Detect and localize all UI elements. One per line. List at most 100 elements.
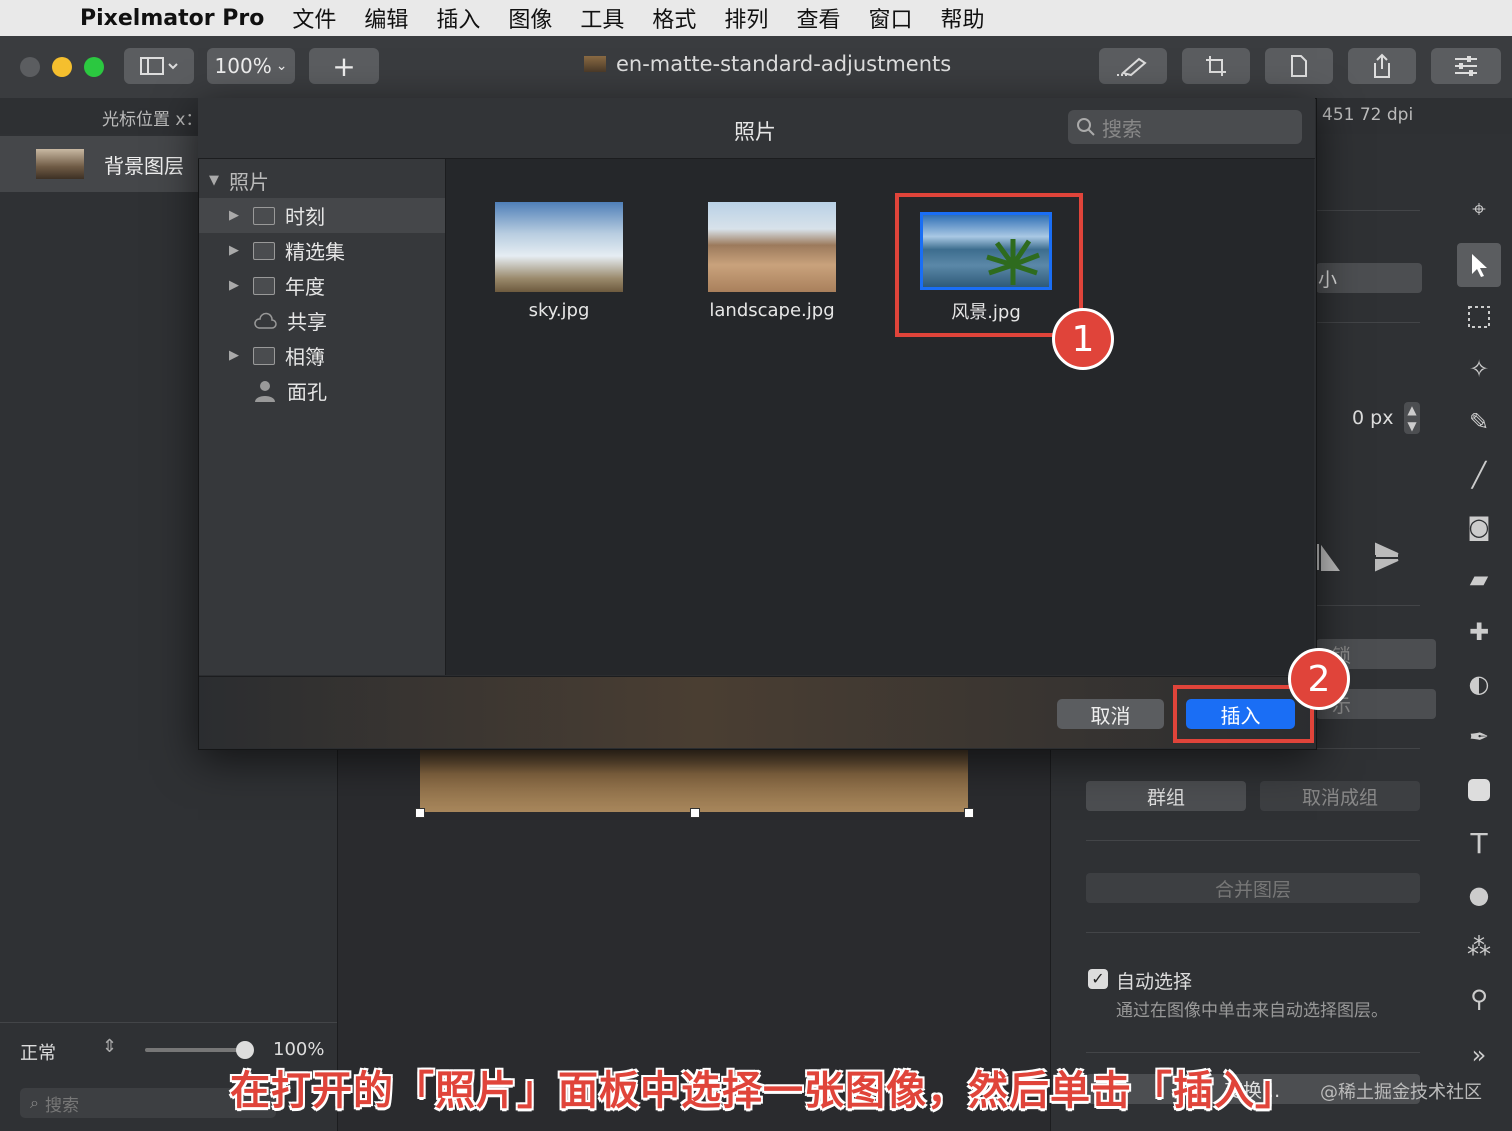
more-tools-icon[interactable]: » [1462, 1038, 1496, 1072]
text-tool-icon[interactable]: T [1462, 826, 1496, 860]
layers-search-placeholder: 搜索 [44, 1095, 79, 1116]
eraser-icon[interactable]: ▰ [1462, 562, 1496, 596]
layer-thumbnail [36, 149, 84, 179]
divider [1086, 932, 1420, 933]
share-button[interactable] [1348, 48, 1416, 84]
layer-row[interactable]: 背景图层 [0, 136, 198, 192]
style-tool-icon[interactable]: ⌖ [1462, 192, 1496, 226]
stepper[interactable]: ▲ ▼ [1404, 402, 1420, 434]
search-icon: ⌕ [30, 1093, 39, 1112]
canvas-image[interactable] [420, 748, 968, 812]
disclosure-closed-icon[interactable]: ▶ [225, 208, 243, 223]
cancel-button[interactable]: 取消 [1057, 699, 1164, 729]
close-window-button[interactable] [20, 57, 40, 77]
paint-style-button[interactable] [1099, 48, 1167, 84]
dialog-search-input[interactable]: 搜索 [1068, 110, 1302, 144]
step-marker-1: 1 [1052, 308, 1114, 370]
opacity-slider-knob[interactable] [236, 1041, 254, 1059]
share-icon [1374, 53, 1390, 78]
color-adjust-icon[interactable]: ✎ [1462, 405, 1496, 439]
blend-mode-select[interactable]: 正常 [20, 1039, 56, 1065]
resize-handle[interactable] [964, 808, 974, 818]
add-button[interactable]: + [309, 48, 379, 84]
photo-name: landscape.jpg [709, 300, 835, 321]
auto-select-checkbox[interactable]: ✓ [1088, 969, 1108, 989]
zoom-tool-icon[interactable]: ⚲ [1462, 982, 1496, 1016]
disclosure-closed-icon[interactable]: ▶ [225, 243, 243, 258]
repair-icon[interactable]: ✚ [1462, 615, 1496, 649]
menu-format[interactable]: 格式 [652, 2, 696, 34]
crop-icon [1206, 56, 1226, 76]
disclosure-open-icon[interactable]: ▼ [205, 173, 223, 188]
menu-arrange[interactable]: 排列 [724, 2, 768, 34]
sidebar-item-label: 时刻 [285, 205, 325, 229]
menu-file[interactable]: 文件 [292, 2, 336, 34]
sidebar-root-label: 照片 [229, 170, 269, 194]
sidebar-item-years[interactable]: ▶ 年度 [199, 268, 445, 303]
document-thumbnail [584, 56, 606, 72]
disclosure-closed-icon[interactable]: ▶ [225, 348, 243, 363]
group-button[interactable]: 群组 [1086, 781, 1246, 811]
paint-brush-icon[interactable]: ╱ [1462, 458, 1496, 492]
pen-icon[interactable]: ✒ [1462, 720, 1496, 754]
sidebar-item-label: 共享 [287, 310, 327, 334]
resize-handle[interactable] [415, 808, 425, 818]
menu-edit[interactable]: 编辑 [364, 2, 408, 34]
menu-image[interactable]: 图像 [508, 2, 552, 34]
divider [1086, 1052, 1420, 1053]
sidebar-icon [140, 57, 178, 75]
minimize-window-button[interactable] [52, 57, 72, 77]
ungroup-button[interactable]: 取消成组 [1260, 781, 1420, 811]
arrange-tool-icon[interactable] [1457, 243, 1501, 287]
sidebar-item-moments[interactable]: ▶ 时刻 [199, 198, 445, 233]
crop-button[interactable] [1182, 48, 1250, 84]
sidebar-toggle-button[interactable] [124, 48, 194, 84]
menu-app-name[interactable]: Pixelmator Pro [80, 6, 264, 31]
sidebar-item-shared[interactable]: 共享 [199, 303, 445, 338]
menu-window[interactable]: 窗口 [868, 2, 912, 34]
opacity-slider-track[interactable] [145, 1048, 245, 1052]
person-icon [255, 380, 275, 402]
size-label: 小 [1318, 268, 1338, 291]
menu-insert[interactable]: 插入 [436, 2, 480, 34]
album-icon [253, 241, 275, 260]
merge-layers-button[interactable]: 合并图层 [1086, 873, 1420, 903]
divider [0, 1022, 337, 1023]
sidebar-item-label: 相簿 [285, 345, 325, 369]
sidebar-item-albums[interactable]: ▶ 相簿 [199, 338, 445, 373]
sidebar-root-photos[interactable]: ▼ 照片 [199, 163, 445, 198]
menu-view[interactable]: 查看 [796, 2, 840, 34]
photo-item-landscape[interactable]: landscape.jpg [707, 202, 837, 321]
zoom-window-button[interactable] [84, 57, 104, 77]
chevron-down-icon: ⌄ [275, 58, 288, 74]
divider [1316, 605, 1420, 606]
brush-icon [1117, 57, 1147, 77]
photo-name: sky.jpg [528, 300, 590, 321]
photo-item-sky[interactable]: sky.jpg [494, 202, 624, 321]
menu-tools[interactable]: 工具 [580, 2, 624, 34]
disclosure-closed-icon[interactable]: ▶ [225, 278, 243, 293]
corner-radius-value[interactable]: 0 px [1352, 407, 1393, 429]
sidebar-item-collections[interactable]: ▶ 精选集 [199, 233, 445, 268]
retouch-icon[interactable]: ◐ [1462, 667, 1496, 701]
adjustments-button[interactable] [1431, 48, 1501, 84]
sidebar-item-faces[interactable]: 面孔 [199, 373, 445, 408]
menu-help[interactable]: 帮助 [940, 2, 984, 34]
opacity-value: 100% [273, 1039, 325, 1060]
size-select[interactable]: 小 [1316, 263, 1422, 293]
color-picker-icon[interactable]: ● [1462, 878, 1496, 912]
shape-icon[interactable] [1462, 773, 1496, 807]
quick-select-icon[interactable]: ✧ [1462, 352, 1496, 386]
document-title: en-matte-standard-adjustments [584, 52, 951, 76]
document-icon [1291, 55, 1307, 77]
paint-bucket-icon[interactable]: ◙ [1462, 510, 1496, 544]
flip-horizontal-icon[interactable] [1316, 540, 1340, 574]
resize-handle[interactable] [690, 808, 700, 818]
distort-icon[interactable]: ⁂ [1462, 930, 1496, 964]
watermark: @稀土掘金技术社区 [1320, 1082, 1482, 1103]
divider [1086, 840, 1420, 841]
rectangle-select-icon[interactable] [1462, 300, 1496, 334]
zoom-dropdown[interactable]: 100% ⌄ [207, 48, 295, 84]
new-document-button[interactable] [1265, 48, 1333, 84]
flip-vertical-icon[interactable] [1372, 540, 1400, 574]
